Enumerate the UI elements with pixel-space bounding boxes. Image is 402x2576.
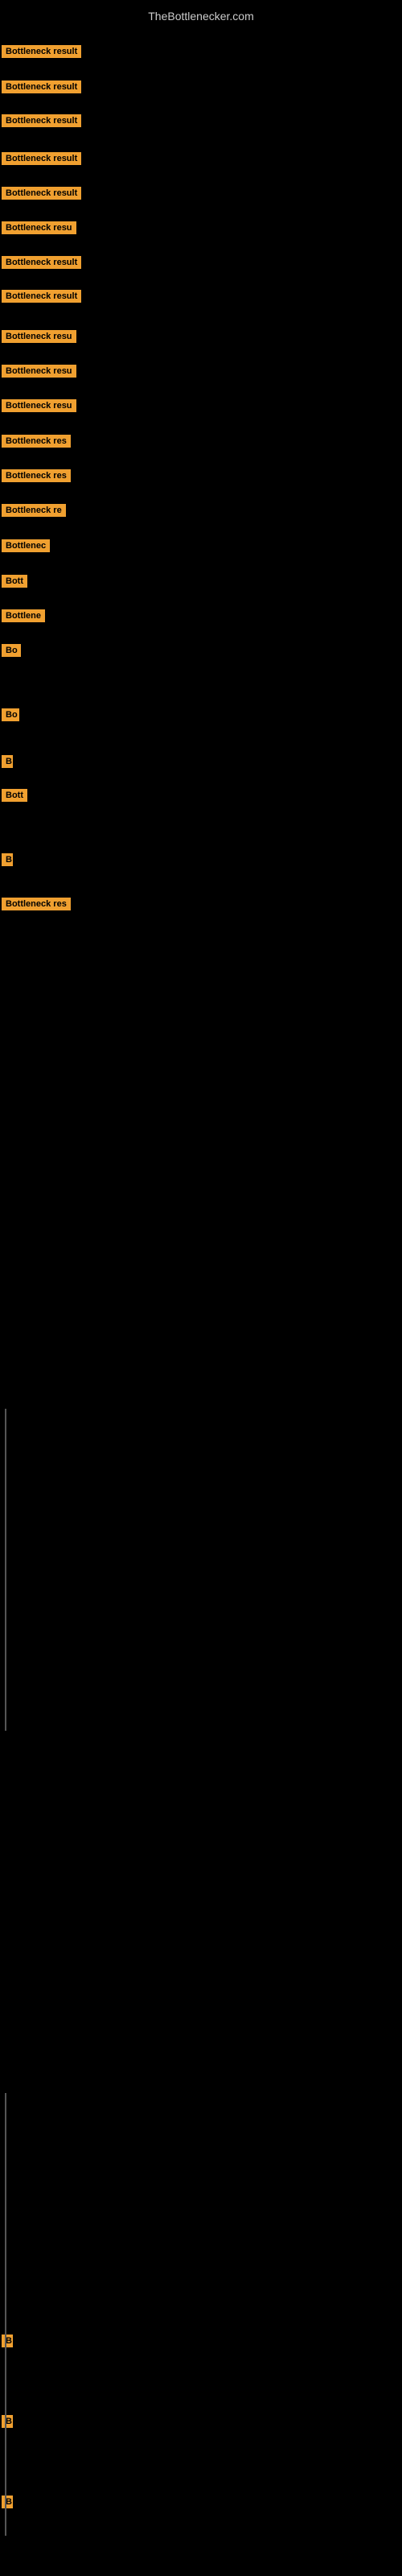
bottleneck-badge-19: B (2, 755, 13, 768)
badge-container-0: Bottleneck result (2, 45, 81, 62)
bottleneck-badge-12: Bottleneck res (2, 469, 71, 482)
bottleneck-badge-4: Bottleneck result (2, 187, 81, 200)
bottleneck-badge-21: B (2, 853, 13, 866)
badge-container-29: B (2, 2334, 13, 2351)
badge-container-6: Bottleneck result (2, 256, 81, 273)
badge-container-1: Bottleneck result (2, 80, 81, 97)
bottleneck-badge-0: Bottleneck result (2, 45, 81, 58)
bottleneck-badge-14: Bottlenec (2, 539, 50, 552)
badge-container-3: Bottleneck result (2, 152, 81, 169)
badge-container-21: B (2, 853, 13, 870)
badge-container-30: B (2, 2415, 13, 2432)
bottleneck-badge-16: Bottlene (2, 609, 45, 622)
bottleneck-badge-8: Bottleneck resu (2, 330, 76, 343)
badge-container-19: B (2, 755, 13, 772)
bottleneck-badge-18: Bo (2, 708, 19, 721)
badge-container-13: Bottleneck re (2, 504, 66, 521)
badge-container-31: B (2, 2496, 13, 2512)
badge-container-15: Bott (2, 575, 27, 592)
badge-container-9: Bottleneck resu (2, 365, 76, 382)
vertical-line-1 (5, 2093, 6, 2536)
badge-container-22: Bottleneck res (2, 898, 71, 914)
bottleneck-badge-22: Bottleneck res (2, 898, 71, 910)
bottleneck-badge-17: Bo (2, 644, 21, 657)
bottleneck-badge-30: B (2, 2415, 13, 2428)
badge-container-11: Bottleneck res (2, 435, 71, 452)
bottleneck-badge-31: B (2, 2496, 13, 2508)
vertical-line-0 (5, 1409, 6, 1731)
badge-container-17: Bo (2, 644, 21, 661)
badge-container-14: Bottlenec (2, 539, 50, 556)
badge-container-5: Bottleneck resu (2, 221, 76, 238)
bottleneck-badge-6: Bottleneck result (2, 256, 81, 269)
bottleneck-badge-11: Bottleneck res (2, 435, 71, 448)
badge-container-18: Bo (2, 708, 19, 725)
bottleneck-badge-5: Bottleneck resu (2, 221, 76, 234)
badge-container-20: Bott (2, 789, 27, 806)
badge-container-10: Bottleneck resu (2, 399, 76, 416)
bottleneck-badge-29: B (2, 2334, 13, 2347)
site-title: TheBottlenecker.com (0, 5, 402, 27)
bottleneck-badge-20: Bott (2, 789, 27, 802)
badge-container-8: Bottleneck resu (2, 330, 76, 347)
badge-container-2: Bottleneck result (2, 114, 81, 131)
bottleneck-badge-7: Bottleneck result (2, 290, 81, 303)
badge-container-12: Bottleneck res (2, 469, 71, 486)
badge-container-7: Bottleneck result (2, 290, 81, 307)
bottleneck-badge-2: Bottleneck result (2, 114, 81, 127)
badge-container-4: Bottleneck result (2, 187, 81, 204)
bottleneck-badge-1: Bottleneck result (2, 80, 81, 93)
bottleneck-badge-13: Bottleneck re (2, 504, 66, 517)
bottleneck-badge-10: Bottleneck resu (2, 399, 76, 412)
bottleneck-badge-15: Bott (2, 575, 27, 588)
bottleneck-badge-9: Bottleneck resu (2, 365, 76, 378)
bottleneck-badge-3: Bottleneck result (2, 152, 81, 165)
badge-container-16: Bottlene (2, 609, 45, 626)
